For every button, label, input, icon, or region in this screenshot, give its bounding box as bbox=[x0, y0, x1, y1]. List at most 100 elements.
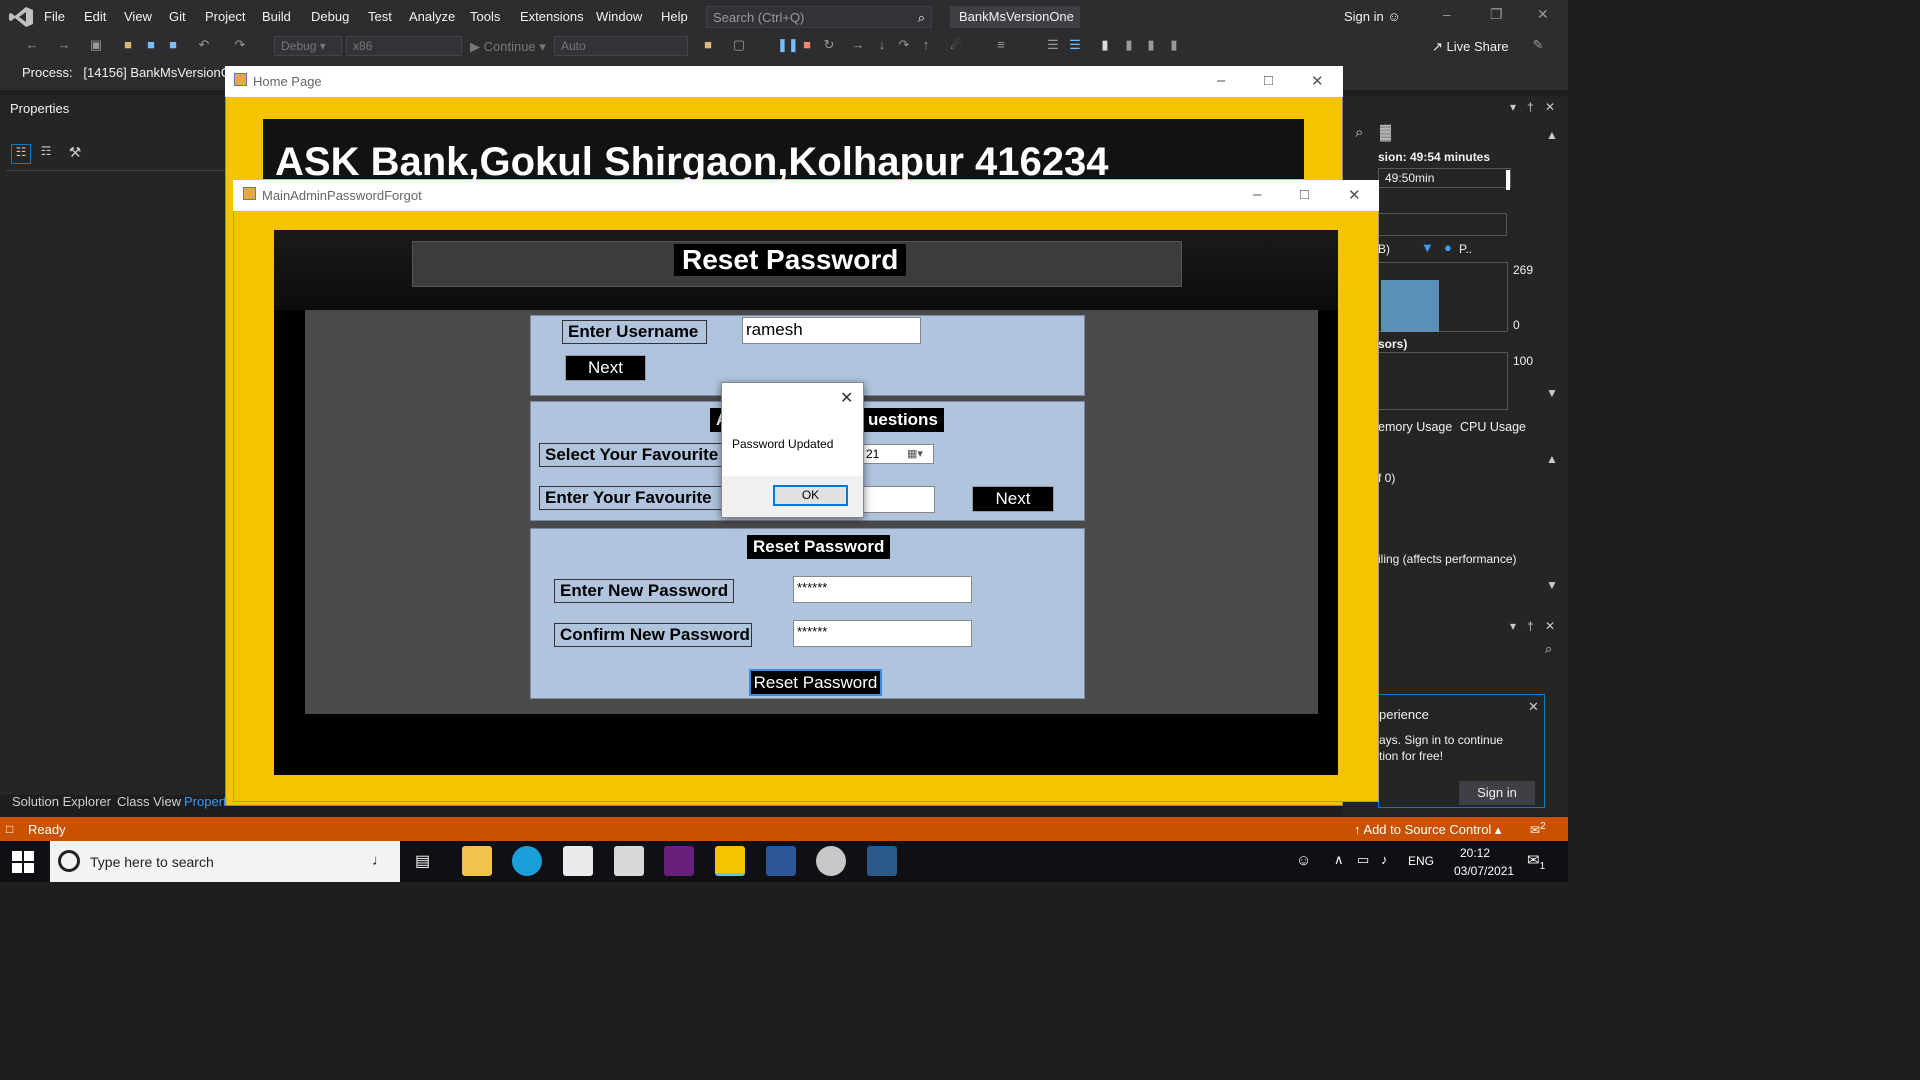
wrench-icon[interactable]: ⚒ bbox=[65, 144, 85, 164]
clock-date[interactable]: 03/07/2021 bbox=[1454, 864, 1514, 878]
process-selector[interactable]: Process: [14156] BankMsVersionOne bbox=[22, 65, 245, 80]
menu-file[interactable]: File bbox=[44, 9, 65, 24]
restart-icon[interactable]: ↻ bbox=[821, 37, 837, 53]
search-icon-2[interactable]: ⌕ bbox=[1545, 641, 1552, 657]
scroll-up-icon-2[interactable]: ▲ bbox=[1546, 452, 1558, 466]
uncomment-icon[interactable]: ☰ bbox=[1067, 37, 1083, 53]
hot-reload-icon[interactable]: ☄ bbox=[948, 37, 964, 53]
forward-icon[interactable]: → bbox=[56, 37, 72, 53]
menu-project[interactable]: Project bbox=[205, 9, 245, 24]
step-over-icon[interactable]: ↷ bbox=[896, 37, 912, 53]
new-password-input[interactable]: ****** bbox=[793, 576, 972, 603]
folder-icon[interactable]: ■ bbox=[700, 37, 716, 53]
close-icon[interactable]: ✕ bbox=[1537, 6, 1549, 23]
panel-close-icon-2[interactable]: ✕ bbox=[1545, 619, 1555, 633]
dropdown-icon[interactable]: ▾ bbox=[1510, 100, 1516, 114]
menu-build[interactable]: Build bbox=[262, 9, 291, 24]
volume-icon[interactable]: ♪ bbox=[1381, 852, 1388, 867]
menu-view[interactable]: View bbox=[124, 9, 152, 24]
undo-icon[interactable]: ↶ bbox=[196, 37, 212, 53]
pin-icon-2[interactable]: † bbox=[1527, 619, 1534, 633]
username-input[interactable]: ramesh bbox=[742, 317, 921, 344]
live-share-button[interactable]: ↗ Live Share bbox=[1432, 39, 1509, 55]
notification-sign-in-button[interactable]: Sign in bbox=[1459, 781, 1535, 805]
forgot-close-icon[interactable]: ✕ bbox=[1348, 186, 1361, 204]
task-view-icon[interactable]: ▤ bbox=[415, 851, 430, 871]
edge-icon[interactable] bbox=[512, 846, 542, 876]
menu-edit[interactable]: Edit bbox=[84, 9, 106, 24]
store-icon[interactable] bbox=[563, 846, 593, 876]
tab-class-view[interactable]: Class View bbox=[117, 794, 181, 809]
stop-icon[interactable]: ■ bbox=[799, 37, 815, 53]
scroll-down-icon-2[interactable]: ▼ bbox=[1546, 578, 1558, 592]
pause-icon[interactable]: ❚❚ bbox=[777, 37, 799, 53]
thread-icon[interactable]: ≡ bbox=[993, 37, 1009, 53]
new-item-icon[interactable]: ▣ bbox=[88, 37, 104, 53]
open-folder-icon[interactable]: ■ bbox=[120, 37, 136, 53]
calendar-dropdown-icon[interactable]: ▦▾ bbox=[907, 447, 923, 460]
next-bookmark-icon[interactable]: ▮ bbox=[1143, 37, 1159, 53]
restore-icon[interactable]: ❐ bbox=[1490, 6, 1503, 23]
home-maximize-icon[interactable]: □ bbox=[1264, 72, 1273, 89]
word-icon[interactable] bbox=[766, 846, 796, 876]
step-out-icon[interactable]: ↑ bbox=[918, 37, 934, 53]
menu-extensions[interactable]: Extensions bbox=[520, 9, 584, 24]
add-to-source-control[interactable]: ↑ Add to Source Control ▴ bbox=[1354, 822, 1501, 838]
categorized-icon[interactable]: ☷ bbox=[11, 144, 31, 164]
menu-analyze[interactable]: Analyze bbox=[409, 9, 455, 24]
tab-cpu-usage[interactable]: CPU Usage bbox=[1460, 420, 1526, 434]
sign-in-link[interactable]: Sign in ☺ bbox=[1344, 9, 1401, 24]
windows-start-icon[interactable] bbox=[12, 851, 34, 873]
comment-icon[interactable]: ☰ bbox=[1045, 37, 1061, 53]
menu-git[interactable]: Git bbox=[169, 9, 186, 24]
bookmark-icon[interactable]: ▮ bbox=[1097, 37, 1113, 53]
home-page-titlebar[interactable] bbox=[225, 66, 1343, 97]
menu-debug[interactable]: Debug bbox=[311, 9, 349, 24]
forgot-maximize-icon[interactable]: □ bbox=[1300, 186, 1309, 203]
action-center-icon[interactable]: ✉1 bbox=[1527, 851, 1545, 872]
menu-window[interactable]: Window bbox=[596, 9, 642, 24]
vs-search-input[interactable]: Search (Ctrl+Q) ⌕ bbox=[706, 6, 932, 28]
sql-server-icon[interactable] bbox=[867, 846, 897, 876]
save-icon[interactable]: ■ bbox=[143, 37, 159, 53]
prev-bookmark-icon[interactable]: ▮ bbox=[1121, 37, 1137, 53]
menu-tools[interactable]: Tools bbox=[470, 9, 500, 24]
mail-icon[interactable] bbox=[614, 846, 644, 876]
file-explorer-icon[interactable] bbox=[462, 846, 492, 876]
language-indicator[interactable]: ENG bbox=[1408, 854, 1434, 868]
pin-icon[interactable]: † bbox=[1527, 100, 1534, 114]
confirm-password-input[interactable]: ****** bbox=[793, 620, 972, 647]
tab-solution-explorer[interactable]: Solution Explorer bbox=[12, 794, 111, 809]
home-close-icon[interactable]: ✕ bbox=[1311, 72, 1324, 90]
next-button-2[interactable]: Next bbox=[972, 486, 1054, 512]
auto-select[interactable]: Auto bbox=[554, 36, 688, 56]
menu-help[interactable]: Help bbox=[661, 9, 688, 24]
home-minimize-icon[interactable]: – bbox=[1217, 72, 1225, 89]
visual-studio-taskbar-icon[interactable] bbox=[664, 846, 694, 876]
zoom-icon[interactable]: ⌕ bbox=[1355, 124, 1363, 141]
network-icon[interactable]: ▭ bbox=[1357, 852, 1369, 868]
forgot-minimize-icon[interactable]: – bbox=[1253, 186, 1261, 203]
redo-icon[interactable]: ↷ bbox=[232, 37, 248, 53]
microphone-icon[interactable]: ♩ bbox=[372, 852, 387, 869]
people-icon[interactable]: ☺ bbox=[1296, 852, 1311, 869]
clock-time[interactable]: 20:12 bbox=[1460, 846, 1490, 860]
tray-chevron-icon[interactable]: ∧ bbox=[1334, 852, 1344, 868]
favourite-date-picker[interactable]: 21 ▦▾ bbox=[861, 444, 934, 464]
reset-password-button[interactable]: Reset Password bbox=[749, 669, 882, 696]
scroll-down-icon[interactable]: ▼ bbox=[1546, 386, 1558, 400]
step-into-icon[interactable]: ↓ bbox=[874, 37, 890, 53]
minimize-icon[interactable]: – bbox=[1443, 6, 1451, 22]
tab-memory-usage[interactable]: emory Usage bbox=[1378, 420, 1452, 434]
favourite-answer-input[interactable] bbox=[861, 486, 935, 513]
feedback-icon[interactable]: ✎ bbox=[1530, 37, 1546, 53]
next-button[interactable]: Next bbox=[565, 355, 646, 381]
menu-test[interactable]: Test bbox=[368, 9, 392, 24]
winforms-app-taskbar-icon[interactable] bbox=[715, 846, 745, 876]
ok-button[interactable]: OK bbox=[773, 485, 848, 506]
timeline-ruler[interactable]: 49:50min bbox=[1378, 168, 1511, 188]
dropdown-icon-2[interactable]: ▾ bbox=[1510, 619, 1516, 633]
panel-close-icon[interactable]: ✕ bbox=[1545, 100, 1555, 114]
timeline-cursor[interactable] bbox=[1506, 170, 1510, 190]
platform-select[interactable]: x86 bbox=[346, 36, 462, 56]
